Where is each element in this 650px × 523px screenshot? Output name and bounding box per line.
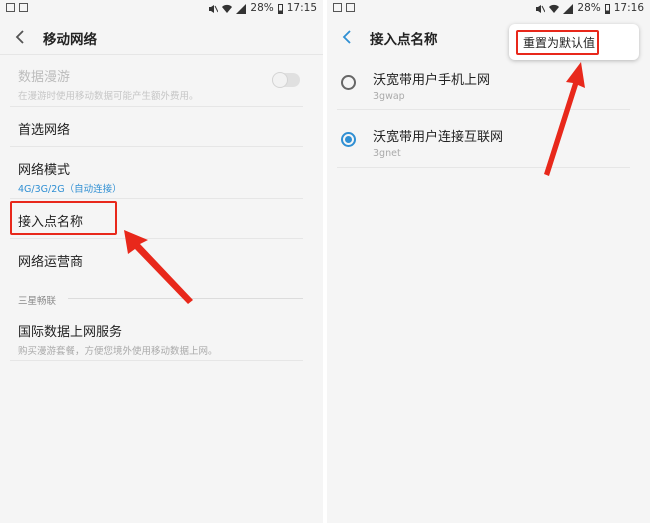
access-point-names-screen: 28% 17:16 接入点名称 沃宽带用户手机上网 3gwap 沃宽带用户连接互… xyxy=(327,0,650,523)
mobile-network-screen: 28% 17:15 移动网络 数据漫游 在漫游时使用移动数据可能产生额外费用。 … xyxy=(0,0,323,523)
annotation-arrow xyxy=(124,230,193,304)
annotation-arrow xyxy=(544,62,585,176)
